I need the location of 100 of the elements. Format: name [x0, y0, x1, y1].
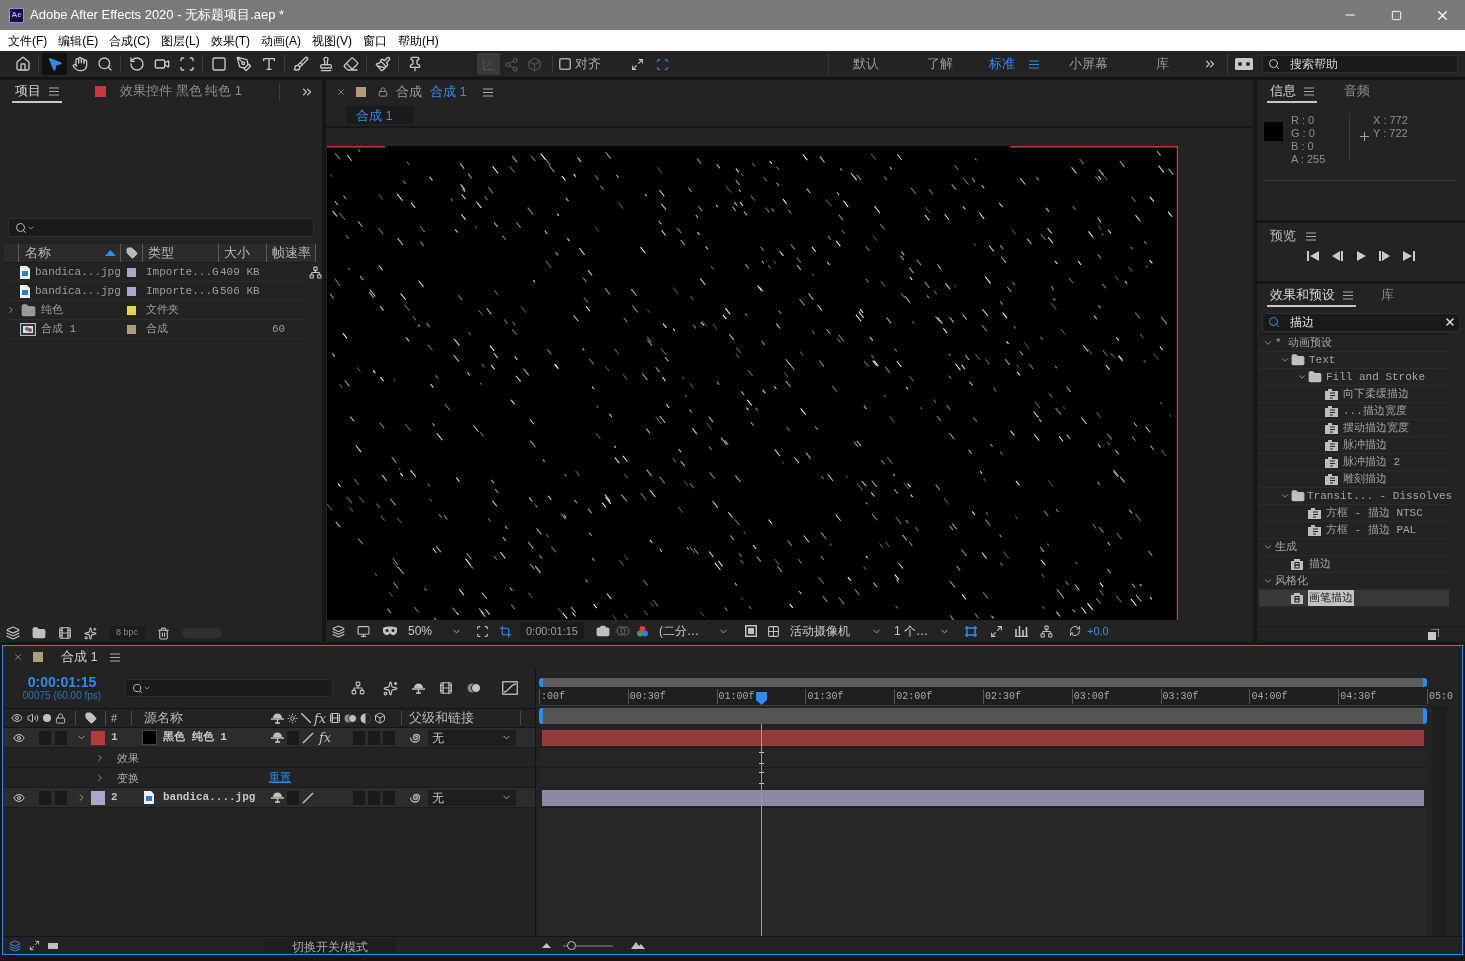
- workspace-tab[interactable]: 库: [1125, 51, 1199, 77]
- menu-item[interactable]: 文件(F): [7, 31, 49, 50]
- menu-icon[interactable]: [482, 87, 493, 97]
- curve-graph-icon[interactable]: [502, 681, 518, 695]
- menu-icon[interactable]: [49, 86, 59, 96]
- clear-icon[interactable]: [1444, 316, 1456, 328]
- expand-caret-icon[interactable]: [95, 772, 105, 783]
- project-search-field[interactable]: [8, 218, 314, 237]
- speaker-icon[interactable]: [27, 712, 39, 724]
- close-icon[interactable]: [13, 652, 23, 662]
- slash-icon[interactable]: [301, 713, 311, 723]
- parent-dropdown[interactable]: 无: [428, 789, 516, 806]
- slash-icon[interactable]: [302, 731, 314, 744]
- tree-item-label[interactable]: Transit... - Dissolves: [1306, 487, 1454, 505]
- panel-tab[interactable]: 效果控件 黑色 纯色 1: [92, 81, 246, 103]
- layer-name[interactable]: bandica....jpg: [163, 789, 267, 806]
- zoom-dropdown[interactable]: 50%: [404, 622, 464, 640]
- dome-icon[interactable]: [271, 712, 284, 724]
- property-group-label[interactable]: 变换: [117, 771, 139, 784]
- expand-caret-icon[interactable]: [1280, 355, 1290, 365]
- expand-caret-icon[interactable]: [95, 752, 105, 763]
- step-forward-icon[interactable]: [1379, 251, 1391, 261]
- sun-icon[interactable]: [287, 712, 298, 724]
- tree-item-label[interactable]: 方框 - 描边 NTSC: [1325, 504, 1424, 522]
- close-icon[interactable]: [336, 87, 346, 97]
- menu-item[interactable]: 效果(T): [209, 31, 251, 50]
- layer-duration-bar[interactable]: [542, 789, 1424, 806]
- folder-icon[interactable]: [32, 626, 46, 640]
- file-name[interactable]: bandica...jpg: [35, 263, 121, 281]
- maximize-icon[interactable]: [1390, 9, 1402, 21]
- panel-tab[interactable]: 合成 1: [61, 647, 98, 667]
- panel-tab[interactable]: 音频: [1341, 81, 1373, 103]
- tag-icon[interactable]: [84, 712, 97, 724]
- menu-item[interactable]: 编辑(E): [57, 31, 100, 50]
- bit-depth-button[interactable]: 8 bpc: [109, 626, 146, 640]
- new-item-icon[interactable]: [1428, 629, 1439, 640]
- tree-item-label[interactable]: Fill and Stroke: [1325, 368, 1427, 386]
- lock-icon[interactable]: [55, 712, 66, 724]
- panel-tab[interactable]: 信息: [1267, 81, 1317, 103]
- mode-toggle-button[interactable]: 切换开关/模式: [264, 938, 396, 953]
- crop-icon[interactable]: [499, 624, 512, 638]
- tool-button[interactable]: [42, 53, 67, 75]
- timecode-field[interactable]: 0:00:01:15: [520, 622, 584, 640]
- column-header[interactable]: 父级和链接: [401, 711, 521, 725]
- effect-switch[interactable]: fx: [318, 731, 332, 744]
- panel-tab[interactable]: 效果和预设: [1267, 285, 1356, 307]
- two-dot-panel-icon[interactable]: [1235, 58, 1253, 70]
- mountain-icon[interactable]: [631, 942, 645, 949]
- camera-dropdown[interactable]: 活动摄像机: [786, 622, 884, 640]
- eye-icon[interactable]: [13, 791, 25, 804]
- expand-caret-icon[interactable]: [1297, 372, 1307, 382]
- menu-icon[interactable]: [1304, 86, 1314, 96]
- workspace-tab[interactable]: 了解: [903, 51, 977, 77]
- label-swatch-icon[interactable]: [91, 790, 105, 805]
- monitor-icon[interactable]: [357, 624, 370, 638]
- file-name[interactable]: 合成 1: [41, 320, 77, 338]
- step-back-icon[interactable]: [1331, 251, 1343, 261]
- dashed-frame-icon[interactable]: [656, 57, 669, 71]
- menu-item[interactable]: 图层(L): [160, 31, 201, 50]
- layer-row[interactable]: 2 bandica....jpg 无: [3, 788, 535, 808]
- flowchart-icon[interactable]: [309, 266, 322, 279]
- tree-item-label[interactable]: 雕刻描边: [1342, 470, 1388, 488]
- skip-to-end-icon[interactable]: [1403, 251, 1415, 261]
- column-header[interactable]: 大小: [218, 244, 266, 262]
- file-name[interactable]: 纯色: [41, 301, 63, 319]
- workspace-tab[interactable]: 小屏幕: [1051, 51, 1125, 77]
- camera-icon[interactable]: [596, 624, 610, 638]
- tree-item-label[interactable]: 向下柔缓描边: [1342, 385, 1410, 403]
- snap-checkbox[interactable]: 对齐: [559, 54, 601, 74]
- menu-icon[interactable]: [109, 652, 120, 662]
- menu-item[interactable]: 窗口: [362, 31, 388, 50]
- panel-tab[interactable]: 项目: [12, 81, 62, 103]
- menu-icon[interactable]: [1029, 59, 1039, 69]
- film-icon[interactable]: [58, 626, 72, 640]
- slider-thumb[interactable]: [566, 940, 576, 950]
- file-name[interactable]: bandica...jpg: [35, 282, 121, 300]
- tree-item-label[interactable]: 摆动描边宽度: [1342, 419, 1410, 437]
- playhead-marker[interactable]: [755, 692, 767, 705]
- dashed-frame-icon[interactable]: [476, 624, 489, 638]
- skip-to-start-icon[interactable]: [1307, 251, 1319, 261]
- expand-caret-icon[interactable]: [1263, 338, 1273, 348]
- layer-row[interactable]: 1 黑色 纯色 1 fx 无: [3, 728, 535, 748]
- column-header[interactable]: 名称: [18, 244, 120, 262]
- tree-item-label[interactable]: 风格化: [1274, 572, 1309, 590]
- layers-icon[interactable]: [9, 939, 21, 952]
- views-dropdown[interactable]: 1 个…: [890, 622, 952, 640]
- spiral-icon[interactable]: [409, 791, 422, 804]
- parent-dropdown[interactable]: 无: [428, 729, 516, 746]
- eye-icon[interactable]: [13, 731, 25, 744]
- effects-search-field[interactable]: 描边: [1262, 313, 1460, 332]
- layer-name[interactable]: 黑色 纯色 1: [163, 729, 267, 746]
- cube-icon[interactable]: [374, 712, 387, 724]
- tree-item-label[interactable]: ...描边宽度: [1342, 402, 1408, 420]
- small-mountain-icon[interactable]: [542, 943, 551, 948]
- goggles-icon[interactable]: [382, 625, 398, 637]
- play-icon[interactable]: [1355, 251, 1367, 261]
- film-icon[interactable]: [439, 681, 453, 695]
- overlapping-circles-icon[interactable]: [467, 682, 482, 694]
- menu-icon[interactable]: [1306, 231, 1316, 241]
- rgb-circles-icon[interactable]: [636, 624, 649, 638]
